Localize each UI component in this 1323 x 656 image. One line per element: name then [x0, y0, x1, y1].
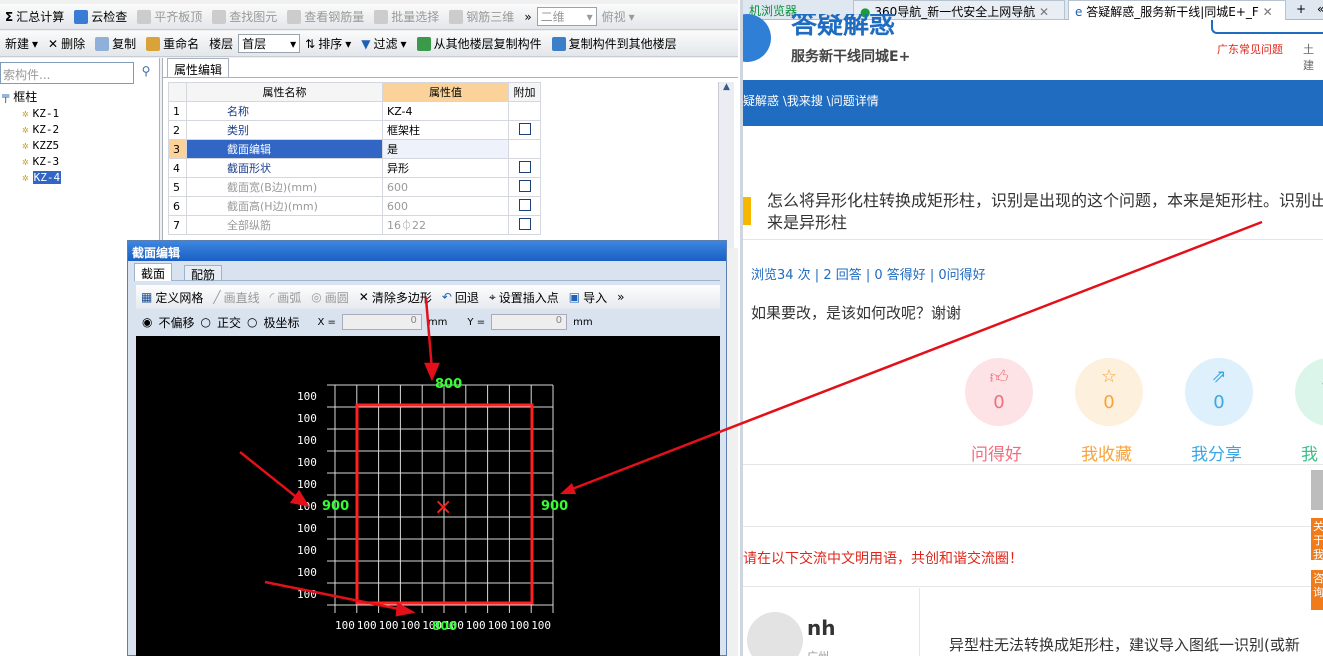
star-icon: ☆ [1100, 366, 1118, 387]
share-label: 我分享 [1191, 445, 1242, 465]
favorite-button[interactable]: ☆ 0 [1075, 358, 1143, 426]
tab-qa-active[interactable]: e 答疑解惑_服务新干线|同城E+_F ✕ [1068, 0, 1286, 20]
like-label: 问得好 [971, 445, 1022, 465]
user-location: 广州 [807, 648, 829, 656]
thumbs-up-icon: 👍︎ [989, 367, 1009, 388]
annotation-arrow [264, 580, 405, 612]
side-about-button[interactable]: 关于我们 [1311, 518, 1323, 560]
triangle-icon: △ [1295, 366, 1323, 387]
ask-label: 我 [1301, 445, 1318, 465]
divider [743, 526, 1323, 527]
side-scroll-button[interactable] [1311, 470, 1323, 510]
divider [743, 464, 1323, 465]
annotation-arrows [239, 297, 440, 617]
answer-text: 异型柱无法转换成矩形柱，建议导入图纸一识别(或新 [949, 636, 1300, 654]
side-consult-button[interactable]: 咨询 [1311, 570, 1323, 610]
community-notice: 请在以下交流中文明用语，共创和谐交流圈！ [743, 551, 1023, 567]
site-subtitle: 服务新干线同城E+ [791, 49, 911, 65]
share-button[interactable]: ⇗ 0 [1185, 358, 1253, 426]
close-icon[interactable]: ✕ [1263, 5, 1273, 19]
close-icon[interactable]: ✕ [1039, 5, 1049, 19]
question-stats: 浏览34 次 | 2 回答 | 0 答得好 | 0问得好 [751, 268, 986, 283]
like-button[interactable]: 👍︎ 0 [965, 358, 1033, 426]
ie-icon: e [1075, 5, 1083, 19]
question-detail: 如果要改，是该如何改呢？谢谢 [751, 304, 962, 322]
link-civil[interactable]: 土建 [1303, 41, 1323, 73]
link-guangdong[interactable]: 广东常见问题 [1217, 41, 1283, 57]
site-logo-icon [743, 14, 771, 62]
divider [919, 588, 920, 656]
arrowhead-icon [395, 601, 416, 617]
browser-window: 机浏览器 ● 360导航_新一代安全上网导航 ✕ e 答疑解惑_服务新干线|同城… [740, 0, 1323, 656]
question-title: 怎么将异形化柱转换成矩形柱，识别是出现的这个问题，本来是矩形柱。识别出来是异形柱 [767, 191, 1323, 232]
arrowhead-icon [424, 362, 440, 382]
user-name[interactable]: nh [807, 616, 835, 640]
annotation-arrow [424, 297, 434, 371]
breadcrumb[interactable]: 疑解惑 \我来搜 \问题详情 [743, 92, 879, 109]
ask-button[interactable]: △ [1295, 358, 1323, 426]
favorite-label: 我收藏 [1081, 445, 1132, 465]
cad-application: Σ 汇总计算 云检查 平齐板顶 查找图元 查看钢筋量 批量选择 钢筋三维 » 二维… [0, 0, 738, 656]
search-frame [1211, 20, 1323, 34]
avatar[interactable] [747, 612, 803, 656]
question-marker [743, 197, 751, 225]
new-tab-button[interactable]: + [1290, 0, 1312, 20]
tab-menu-button[interactable]: « [1311, 0, 1323, 20]
divider [743, 586, 1323, 587]
site-title: 答疑解惑 [791, 14, 896, 40]
share-icon: ⇗ [1211, 366, 1227, 387]
annotation-arrow [239, 451, 301, 501]
